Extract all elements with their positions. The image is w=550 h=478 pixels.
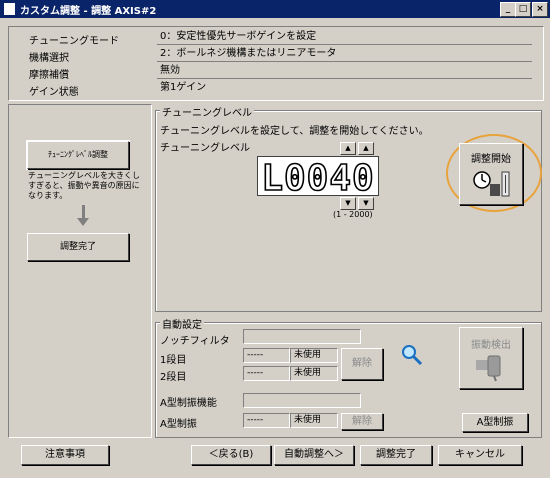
vibration-detect-icon	[476, 355, 501, 382]
level-up-button[interactable]: ▲	[358, 142, 374, 155]
tuning-instruction: チューニングレベルを設定して、調整を開始してください。	[160, 126, 429, 137]
info-value: 第1ゲイン	[160, 82, 207, 93]
release-a-type-button[interactable]: 解除	[341, 413, 383, 430]
release-notch-button[interactable]: 解除	[341, 348, 383, 380]
start-tuning-button[interactable]: 調整開始	[459, 143, 523, 205]
info-label: 摩擦補償	[29, 70, 69, 81]
lcd-digits: L0040	[261, 157, 375, 200]
tuning-level-display: L0040	[257, 156, 379, 200]
info-row-mechanism: 機構選択 2：ボールネジ機構またはリニアモータ	[9, 46, 543, 64]
stage1-label: 1段目	[160, 355, 187, 366]
info-row-friction: 摩擦補償 無効	[9, 63, 543, 81]
tuning-level-label: チューニングレベル	[160, 143, 250, 154]
tuning-level-group-label: チューニングレベル	[160, 104, 254, 119]
info-value: 0：安定性優先サーボゲインを設定	[157, 30, 532, 45]
start-tuning-label: 調整開始	[471, 154, 511, 165]
magnifier-icon	[402, 345, 423, 366]
notch-filter-field	[243, 329, 361, 344]
flow-warning-text: チューニングレベルを大きくしすぎると、振動や異音の原因になります。	[28, 171, 140, 200]
cancel-button[interactable]: キャンセル	[438, 445, 522, 465]
back-button[interactable]: ＜戻る(B)	[191, 445, 271, 465]
notes-button[interactable]: 注意事項	[21, 445, 109, 465]
auto-tuning-button[interactable]: 自動調整へ＞	[274, 445, 354, 465]
tuning-level-step-button[interactable]: ﾁｭｰﾆﾝｸﾞﾚﾍﾞﾙ調整	[27, 141, 129, 169]
vibration-detect-button[interactable]: 振動検出	[459, 327, 523, 389]
app-icon	[4, 3, 15, 15]
close-button[interactable]: ×	[532, 2, 548, 17]
auto-settings-group-label: 自動設定	[160, 316, 204, 331]
adjust-complete-step-button[interactable]: 調整完了	[27, 233, 129, 261]
notch-filter-label: ノッチフィルタ	[160, 336, 230, 347]
level-range: (1 - 2000)	[333, 210, 373, 219]
info-label: ゲイン状態	[29, 87, 79, 98]
stage2-status: 未使用	[290, 366, 338, 381]
lcd-value: L0040	[261, 158, 374, 195]
a-type-damping-label: A型制振	[160, 419, 197, 430]
tuning-start-icon	[473, 171, 510, 197]
a-type-vibration-function-field	[243, 393, 361, 408]
info-row-gain-state: ゲイン状態 第1ゲイン	[9, 80, 543, 98]
a-type-damping-button[interactable]: A型制振	[462, 413, 528, 432]
down-arrow-icon	[77, 218, 89, 226]
info-row-tuning-mode: チューニングモード 0：安定性優先サーボゲインを設定	[9, 29, 543, 47]
stage1-status: 未使用	[290, 348, 338, 363]
level-down-fast-button[interactable]: ▼	[340, 197, 356, 210]
stage1-value: -----	[243, 348, 290, 363]
info-value: 2：ボールネジ機構またはリニアモータ	[157, 47, 532, 62]
flow-arrow-shaft	[82, 205, 85, 219]
level-up-fast-button[interactable]: ▲	[340, 142, 356, 155]
info-value: 無効	[157, 64, 532, 79]
minimize-button[interactable]: _	[500, 2, 516, 17]
title-bar[interactable]: カスタム調整 - 調整 AXIS#2 _ □ ×	[0, 0, 550, 18]
level-down-button[interactable]: ▼	[358, 197, 374, 210]
status-info-panel: チューニングモード 0：安定性優先サーボゲインを設定 機構選択 2：ボールネジ機…	[8, 26, 544, 101]
info-label: チューニングモード	[29, 36, 119, 47]
vibration-detect-label: 振動検出	[471, 340, 511, 351]
stage2-value: -----	[243, 366, 290, 381]
a-type-damping-status: 未使用	[290, 413, 338, 428]
stage2-label: 2段目	[160, 372, 187, 383]
window-title: カスタム調整 - 調整 AXIS#2	[20, 6, 157, 17]
a-type-damping-value: -----	[243, 413, 290, 428]
a-type-vibration-function-label: A型制振機能	[160, 398, 217, 409]
complete-button[interactable]: 調整完了	[360, 445, 432, 465]
maximize-button[interactable]: □	[515, 2, 531, 17]
info-label: 機構選択	[29, 53, 69, 64]
